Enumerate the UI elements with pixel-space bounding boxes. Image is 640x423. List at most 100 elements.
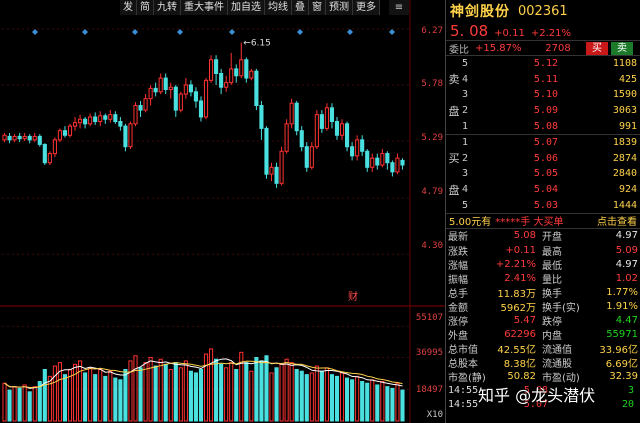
toolbar-item[interactable]: 均线 — [265, 0, 292, 15]
volume-bar — [42, 369, 47, 422]
event-marker-icon[interactable] — [297, 29, 303, 35]
quote-panel: 神剑股份 002361 5. 08 +0.11 +2.21% 委比 +15.87… — [445, 0, 640, 423]
order-ratio-num: 2708 — [545, 42, 571, 54]
book-lvl: 1 — [462, 137, 469, 149]
candle-body — [193, 91, 199, 102]
volume-bar — [143, 362, 148, 422]
buy-button[interactable]: 买 — [586, 41, 608, 55]
stat-v2: 6.69亿 — [605, 359, 638, 371]
price-axis-label: 5.78 — [421, 79, 443, 89]
candle-body — [168, 86, 173, 91]
stat-v2: 4.97 — [615, 230, 638, 242]
candle-body — [309, 146, 314, 168]
toolbar-item[interactable]: 发 — [120, 0, 137, 15]
candle-body — [395, 157, 400, 173]
candle-body — [78, 118, 83, 124]
candle-body — [32, 135, 37, 141]
volume-bar — [37, 381, 42, 422]
book-row[interactable]: 3 5.10 1590 — [446, 87, 640, 103]
book-row[interactable]: 5 5.03 1444 — [446, 197, 640, 213]
candle-body — [304, 146, 309, 168]
toolbar-item[interactable]: 窗 — [309, 0, 326, 15]
candle-body — [188, 84, 193, 93]
price-change-pct: +2.21% — [530, 28, 571, 39]
candle-body — [324, 107, 329, 129]
candle-body — [264, 127, 269, 175]
volume-bar — [229, 362, 234, 422]
stat-k: 外盘 — [448, 331, 468, 343]
volume-bar — [198, 369, 204, 422]
order-ratio-value: +15.87% — [475, 42, 522, 54]
stat-v: 62296 — [504, 329, 536, 341]
book-row[interactable]: 1 5.08 991 — [446, 118, 640, 134]
stat-k: 总手 — [448, 288, 468, 300]
volume-bar — [380, 381, 385, 422]
book-row[interactable]: 3 5.05 2840 — [446, 166, 640, 182]
stat-k: 涨停 — [448, 317, 468, 329]
stat-v2: 33.96亿 — [599, 345, 638, 357]
candle-body — [249, 70, 254, 79]
volume-bar — [274, 367, 279, 422]
kline-chart-area[interactable]: ←6.15 财 发简九转 重大事件 加自选 均线叠窗预测 更多 ≡ 6.27 5.78 5… — [0, 0, 445, 423]
candle-body — [103, 115, 108, 120]
event-marker-icon[interactable] — [132, 29, 138, 35]
stock-header: 神剑股份 002361 — [446, 0, 640, 22]
volume-bar — [183, 360, 188, 422]
finance-badge[interactable]: 财 — [348, 290, 358, 303]
event-marker-icon[interactable] — [32, 29, 38, 35]
event-marker-icon[interactable] — [177, 29, 183, 35]
book-qty: 924 — [618, 184, 637, 196]
volume-bar — [173, 362, 178, 422]
event-marker-icon[interactable] — [347, 29, 353, 35]
volume-bar — [208, 348, 214, 422]
book-row[interactable]: 盘 2 5.09 3063 — [446, 103, 640, 119]
toolbar-item[interactable]: 预测 — [326, 0, 353, 15]
sell-button[interactable]: 卖 — [611, 41, 633, 55]
book-row[interactable]: 卖 4 5.11 425 — [446, 72, 640, 88]
book-lvl: 4 — [462, 184, 469, 196]
volume-bar — [314, 365, 319, 422]
book-row[interactable]: 买 2 5.06 2874 — [446, 151, 640, 167]
book-row[interactable]: 1 5.07 1839 — [446, 135, 640, 151]
candle-body — [178, 93, 183, 111]
volume-bar — [259, 360, 264, 422]
candle-body — [345, 123, 350, 148]
stat-row: 最新 5.08 开盘 4.97 — [446, 229, 640, 243]
toolbar-item[interactable]: 加自选 — [228, 0, 265, 15]
menu-icon[interactable]: ≡ — [389, 0, 409, 15]
candle-body — [93, 116, 98, 123]
book-side-label: 买 — [448, 152, 460, 166]
toolbar-item[interactable]: 九转 — [154, 0, 181, 15]
candle-body — [123, 125, 128, 148]
candle-body — [113, 114, 118, 123]
toolbar-item[interactable]: 更多 — [353, 0, 380, 15]
stat-k2: 开盘 — [542, 232, 562, 244]
stat-k2: 流通值 — [542, 345, 572, 357]
stat-v: +2.21% — [495, 258, 536, 270]
volume-bar — [284, 358, 289, 422]
book-row[interactable]: 5 5.12 1108 — [446, 56, 640, 72]
toolbar-item[interactable]: 叠 — [292, 0, 309, 15]
candle-body — [42, 143, 47, 164]
stat-k: 总股本 — [448, 359, 478, 371]
book-row[interactable]: 盘 4 5.04 924 — [446, 182, 640, 198]
volume-bar — [32, 386, 37, 422]
event-marker-icon[interactable] — [229, 29, 235, 35]
candle-body — [314, 114, 319, 148]
stat-v: 50.82 — [507, 371, 536, 383]
volume-bar — [395, 382, 400, 422]
toolbar-item[interactable]: 重大事件 — [181, 0, 228, 15]
toolbar-item[interactable]: 简 — [137, 0, 154, 15]
event-marker-icon[interactable] — [82, 29, 88, 35]
book-qty: 991 — [618, 120, 637, 132]
candle-body — [365, 150, 370, 168]
stat-row: 涨幅 +2.21% 最低 4.97 — [446, 257, 640, 272]
volume-bar — [78, 360, 83, 422]
candle-body — [118, 121, 123, 127]
event-marker-icon[interactable] — [389, 29, 395, 35]
candle-body — [370, 157, 375, 168]
volume-bar — [22, 384, 27, 422]
book-lvl: 4 — [462, 73, 469, 85]
view-detail-link[interactable]: 点击查看 — [597, 213, 637, 228]
kline-chart[interactable]: ←6.15 财 — [0, 0, 445, 423]
